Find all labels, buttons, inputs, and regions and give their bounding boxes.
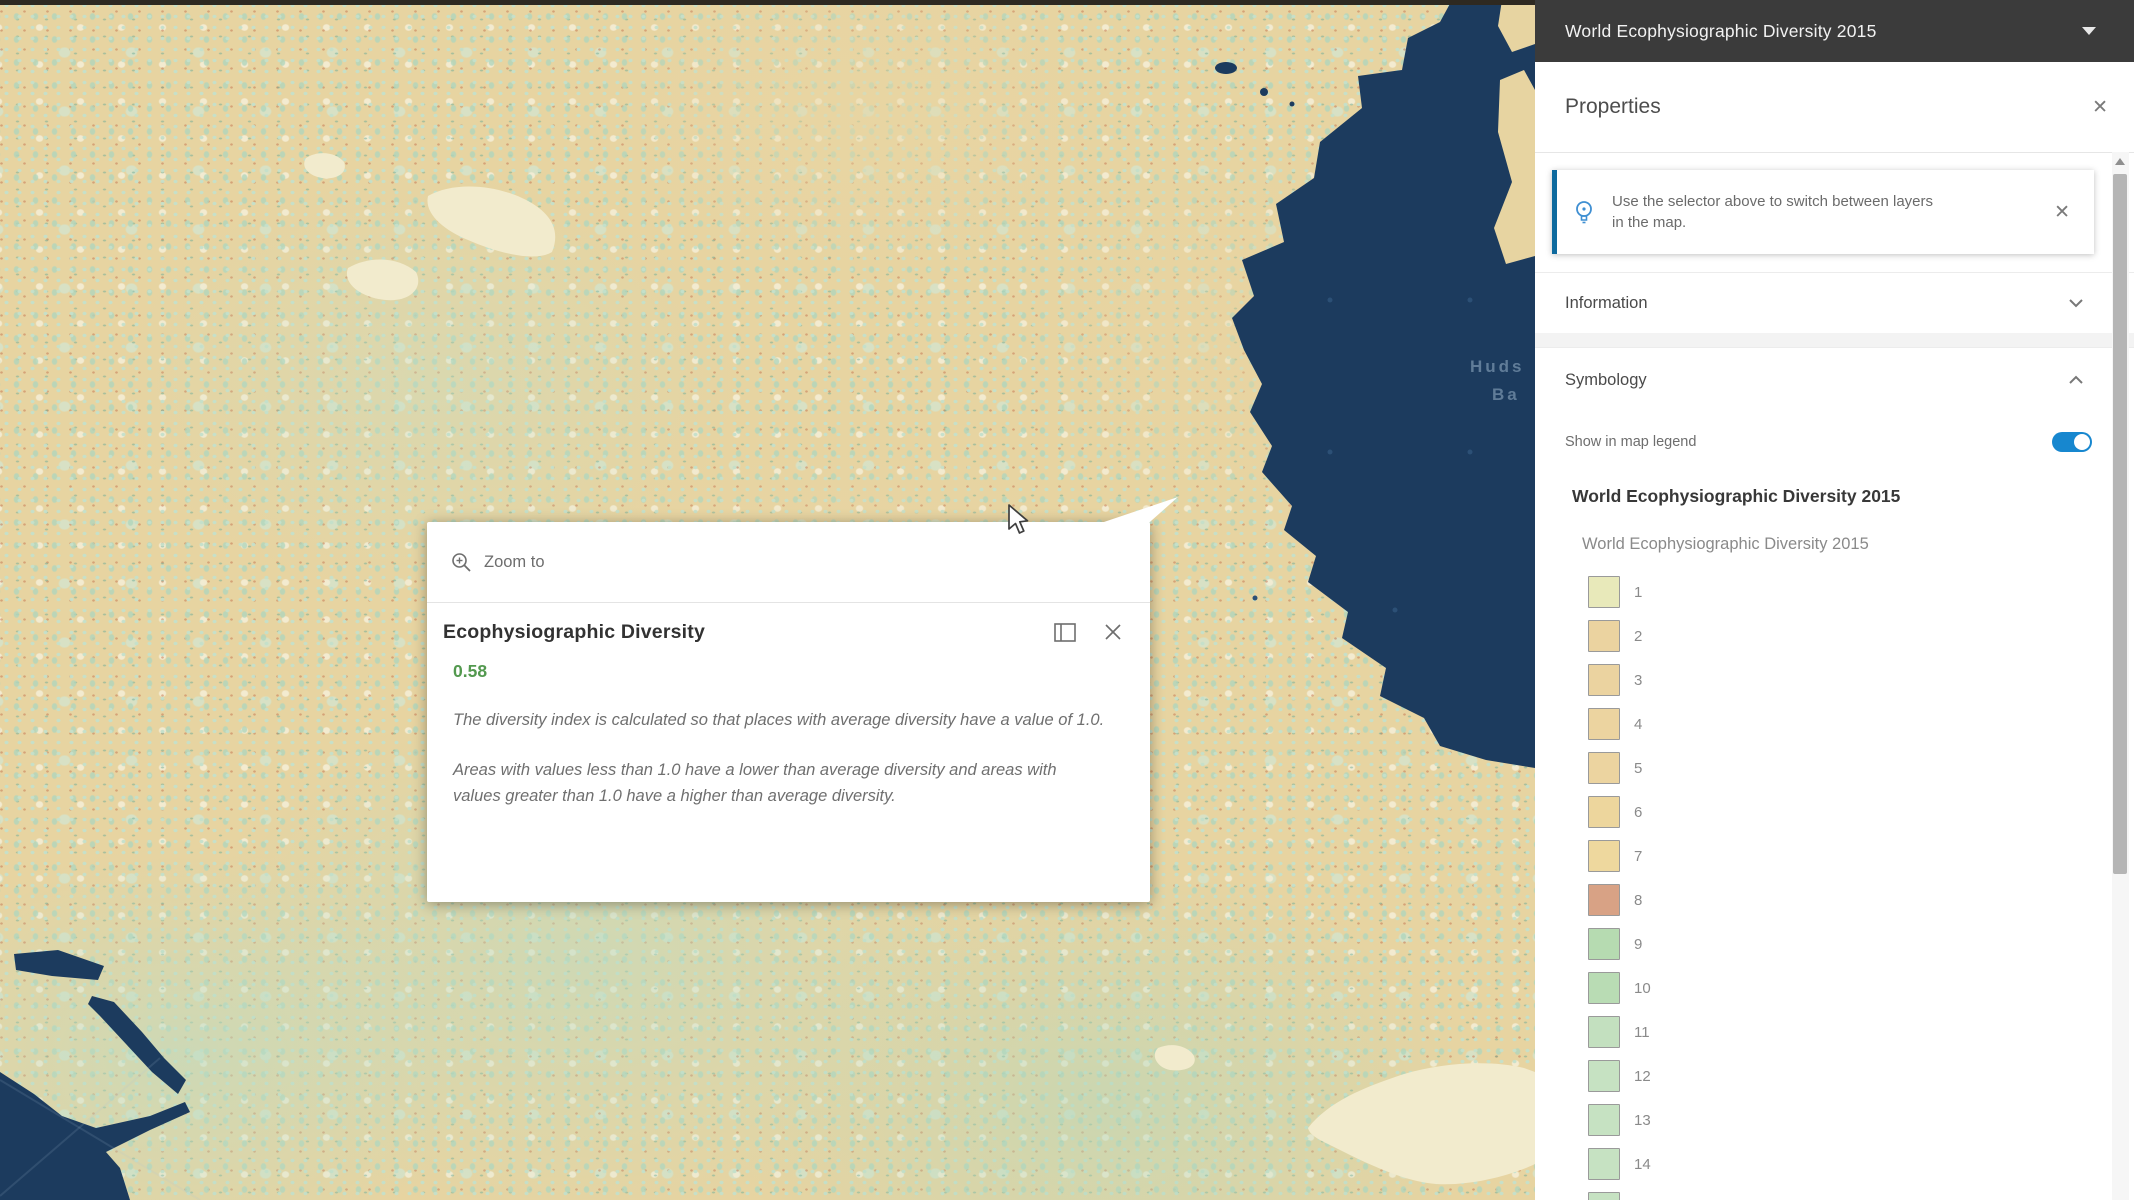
legend-item: 11 (1535, 1010, 2134, 1054)
panel-scrollbar[interactable] (2112, 152, 2129, 1200)
section-information[interactable]: Information (1535, 272, 2134, 334)
legend-label: 9 (1634, 936, 1642, 953)
toggle-knob (2074, 434, 2090, 450)
popup-description-2: Areas with values less than 1.0 have a l… (453, 757, 1108, 809)
legend-group-title: World Ecophysiographic Diversity 2015 (1572, 486, 1900, 507)
lightbulb-icon (1572, 199, 1596, 225)
legend-item (1535, 1186, 2134, 1200)
mouse-cursor (1005, 503, 1035, 537)
legend-item: 12 (1535, 1054, 2134, 1098)
legend-swatch (1588, 576, 1620, 608)
coastal-inlet (88, 996, 186, 1094)
legend-label: 7 (1634, 848, 1642, 865)
legend-item: 10 (1535, 966, 2134, 1010)
legend-item: 3 (1535, 658, 2134, 702)
show-legend-row: Show in map legend (1535, 424, 2134, 460)
show-legend-label: Show in map legend (1565, 434, 2052, 450)
legend-item: 1 (1535, 570, 2134, 614)
legend-label: 12 (1634, 1068, 1651, 1085)
properties-panel: World Ecophysiographic Diversity 2015 Pr… (1535, 0, 2134, 1200)
legend-list: 1234567891011121314 (1535, 570, 2134, 1200)
legend-swatch (1588, 752, 1620, 784)
app-window: Huds Ba Zoom to Ecophysiographic Diversi… (0, 0, 2134, 1200)
layer-hint-callout: Use the selector above to switch between… (1552, 170, 2094, 254)
legend-item: 13 (1535, 1098, 2134, 1142)
legend-swatch (1588, 1104, 1620, 1136)
zoom-in-icon (451, 552, 472, 573)
scroll-up-arrow-icon[interactable] (2115, 158, 2125, 165)
legend-swatch (1588, 884, 1620, 916)
legend-label: 14 (1634, 1156, 1651, 1173)
legend-item: 6 (1535, 790, 2134, 834)
chevron-down-icon (2082, 27, 2096, 35)
chevron-down-icon (2068, 298, 2084, 308)
dock-popup-button[interactable] (1052, 619, 1078, 645)
legend-item: 4 (1535, 702, 2134, 746)
section-divider (1535, 333, 2134, 348)
popup-description-1: The diversity index is calculated so tha… (453, 707, 1108, 733)
show-legend-toggle[interactable] (2052, 432, 2092, 452)
legend-label: 4 (1634, 716, 1642, 733)
panel-title: Properties (1565, 95, 2092, 119)
legend-label: 5 (1634, 760, 1642, 777)
callout-accent-bar (1552, 170, 1557, 254)
legend-label: 1 (1634, 584, 1642, 601)
water-body-label: Huds (1470, 357, 1525, 376)
layer-selector-dropdown[interactable]: World Ecophysiographic Diversity 2015 (1535, 0, 2134, 62)
scrollbar-thumb[interactable] (2113, 174, 2127, 874)
legend-item: 5 (1535, 746, 2134, 790)
legend-item: 7 (1535, 834, 2134, 878)
legend-swatch (1588, 928, 1620, 960)
legend-item: 8 (1535, 878, 2134, 922)
small-lake (1215, 62, 1237, 74)
legend-swatch (1588, 1016, 1620, 1048)
legend-layer-title: World Ecophysiographic Diversity 2015 (1582, 535, 1869, 554)
layer-selector-label: World Ecophysiographic Diversity 2015 (1565, 21, 2082, 42)
chevron-up-icon (2068, 375, 2084, 385)
legend-item: 9 (1535, 922, 2134, 966)
close-popup-button[interactable] (1100, 619, 1126, 645)
legend-swatch (1588, 620, 1620, 652)
legend-label: 11 (1634, 1024, 1650, 1041)
close-panel-button[interactable]: ✕ (2092, 98, 2108, 117)
feature-popup: Zoom to Ecophysiographic Diversity (427, 522, 1150, 902)
hint-text: Use the selector above to switch between… (1612, 191, 1942, 233)
legend-swatch (1588, 664, 1620, 696)
legend-label: 6 (1634, 804, 1642, 821)
legend-swatch (1588, 1148, 1620, 1180)
dock-icon (1054, 623, 1076, 642)
map-canvas[interactable]: Huds Ba Zoom to Ecophysiographic Diversi… (0, 0, 1535, 1200)
legend-swatch (1588, 1192, 1620, 1200)
panel-header: Properties ✕ (1535, 62, 2134, 153)
water-body-label: Ba (1492, 385, 1520, 404)
legend-label: 2 (1634, 628, 1642, 645)
popup-title: Ecophysiographic Diversity (443, 621, 1030, 644)
coastal-inlet (14, 950, 104, 980)
legend-swatch (1588, 708, 1620, 740)
small-lake (1290, 102, 1295, 107)
legend-swatch (1588, 840, 1620, 872)
legend-label: 3 (1634, 672, 1642, 689)
diversity-index-value: 0.58 (453, 661, 1150, 682)
legend-item: 2 (1535, 614, 2134, 658)
zoom-to-button[interactable]: Zoom to (427, 522, 1150, 603)
hudson-bay-water (1232, 0, 1535, 768)
legend-label: 13 (1634, 1112, 1651, 1129)
legend-swatch (1588, 972, 1620, 1004)
legend-item: 14 (1535, 1142, 2134, 1186)
legend-label: 8 (1634, 892, 1642, 909)
legend-swatch (1588, 1060, 1620, 1092)
legend-label: 10 (1634, 980, 1651, 997)
legend-swatch (1588, 796, 1620, 828)
small-lake (1260, 88, 1268, 96)
zoom-to-label: Zoom to (484, 553, 545, 572)
section-label: Symbology (1565, 371, 2068, 390)
section-symbology[interactable]: Symbology (1535, 348, 2134, 412)
close-icon (1104, 623, 1122, 641)
section-label: Information (1565, 294, 2068, 313)
map-top-border (0, 0, 1535, 5)
dismiss-hint-button[interactable]: ✕ (2054, 203, 2070, 222)
